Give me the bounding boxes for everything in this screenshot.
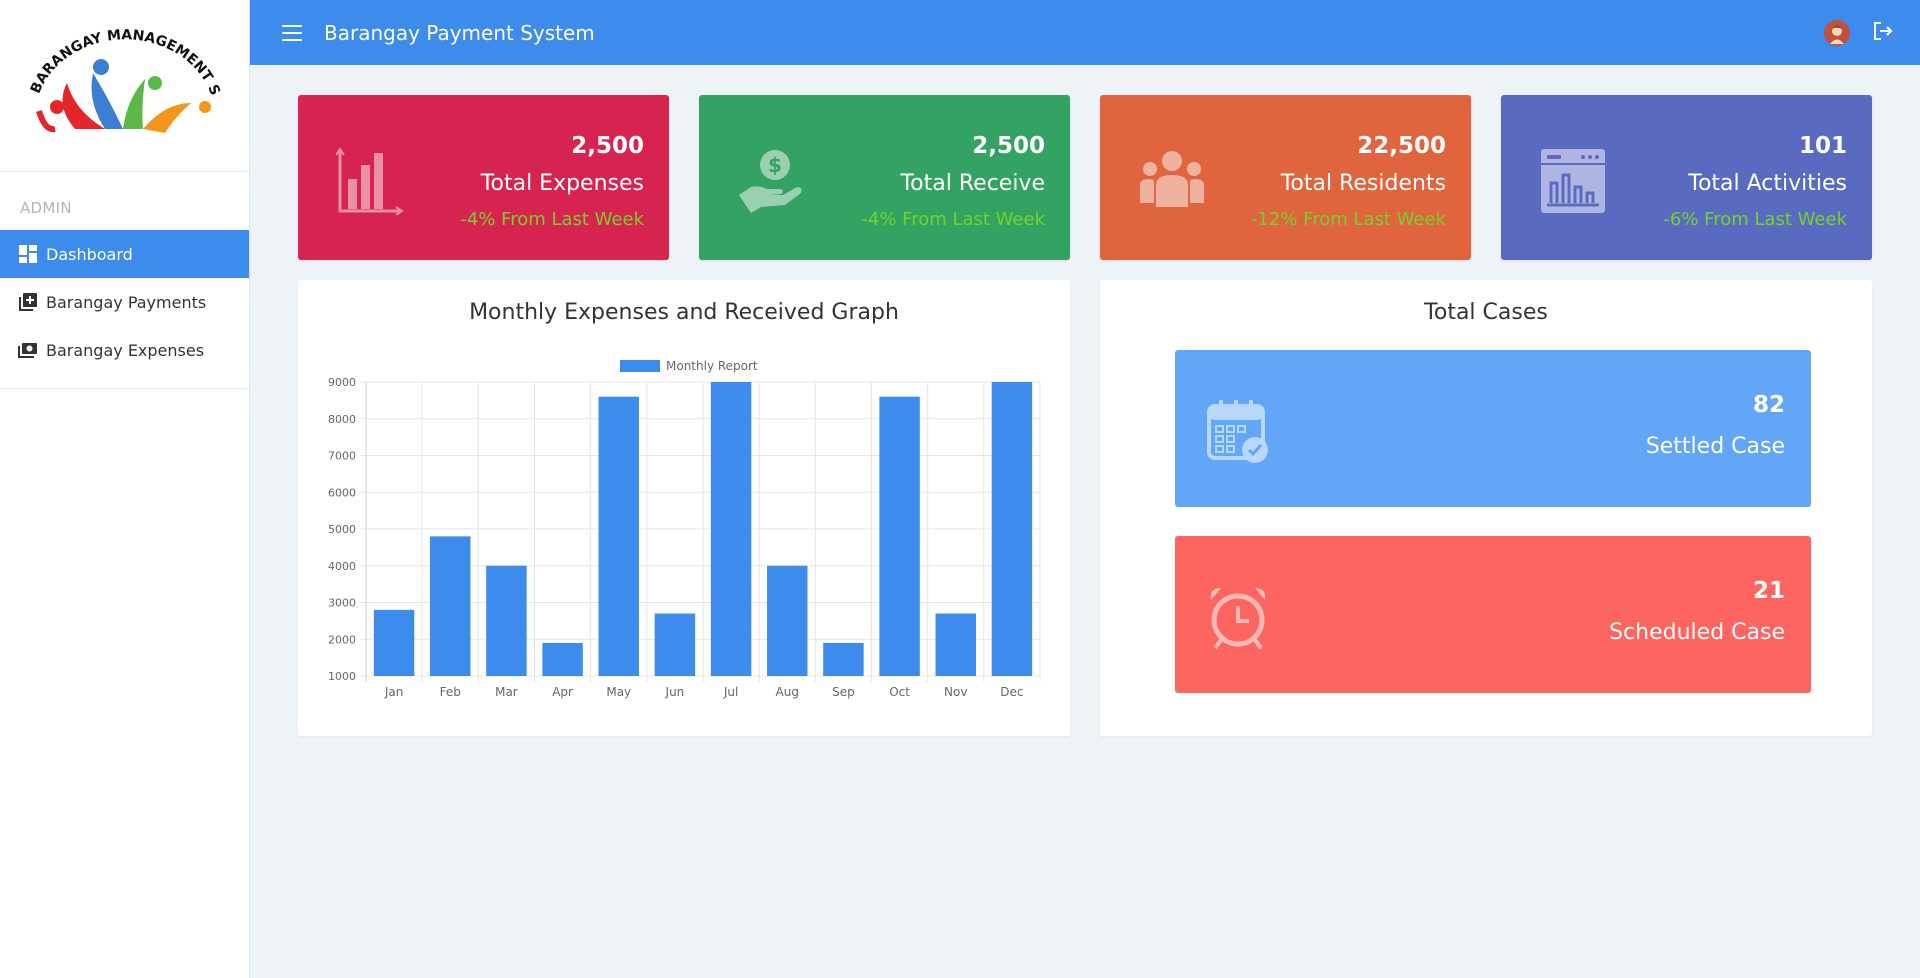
x-tick-label: Feb xyxy=(440,685,461,699)
sidebar-item-dashboard[interactable]: Dashboard xyxy=(0,230,249,278)
logo: BARANGAY MANAGEMENT SYSTEM xyxy=(0,0,249,172)
monthly-report-chart: Monthly Report 1000 2000 3000 4000 5000 6000 7… xyxy=(328,359,1041,699)
add-collection-icon xyxy=(18,292,38,312)
stat-label: Total Activities xyxy=(1688,171,1847,196)
stat-card-total-activities: 101 Total Activities -6% From Last Week xyxy=(1501,95,1872,260)
bar-nov[interactable] xyxy=(935,613,976,676)
x-tick-label: Aug xyxy=(776,685,799,699)
y-tick-label: 1000 xyxy=(328,670,356,683)
case-label: Settled Case xyxy=(1645,434,1785,459)
y-tick-label: 6000 xyxy=(328,486,356,499)
case-value: 21 xyxy=(1752,578,1785,604)
stat-value: 22,500 xyxy=(1357,133,1446,159)
x-tick-label: Jul xyxy=(723,685,738,699)
stat-card-total-residents: 22,500 Total Residents -12% From Last We… xyxy=(1100,95,1471,260)
sidebar-item-label: Barangay Expenses xyxy=(46,340,205,360)
bar-jan[interactable] xyxy=(373,609,415,676)
x-tick-label: Sep xyxy=(832,685,855,699)
y-tick-label: 4000 xyxy=(328,560,356,573)
bar-may[interactable] xyxy=(598,396,639,676)
hand-dollar-icon: $ xyxy=(737,147,805,215)
graph-panel: Monthly Expenses and Received Graph Mont… xyxy=(298,280,1070,736)
bar-jun[interactable] xyxy=(654,613,696,676)
sidebar-item-barangay-payments[interactable]: Barangay Payments xyxy=(0,278,249,326)
sidebar: BARANGAY MANAGEMENT SYSTEM ADMIN Dashboa… xyxy=(0,0,250,978)
stat-change: -4% From Last Week xyxy=(460,209,644,230)
stat-change: -4% From Last Week xyxy=(861,209,1045,230)
svg-text:$: $ xyxy=(768,153,782,177)
stat-value: 101 xyxy=(1798,133,1847,159)
x-tick-label: Mar xyxy=(495,685,518,699)
chart-legend: Monthly Report xyxy=(620,359,758,373)
dashboard-icon xyxy=(18,244,38,264)
calendar-check-icon xyxy=(1207,398,1269,464)
case-value: 82 xyxy=(1752,392,1785,418)
x-tick-label: Nov xyxy=(944,685,967,699)
stat-value: 2,500 xyxy=(571,133,644,159)
stat-change: -6% From Last Week xyxy=(1663,209,1847,230)
bar-chart-icon xyxy=(335,147,404,216)
legend-swatch xyxy=(620,360,660,372)
cases-panel: Total Cases 82 Settled Case 21 Scheduled… xyxy=(1100,280,1872,736)
settled-case-card[interactable]: 82 Settled Case xyxy=(1175,350,1811,507)
sidebar-item-barangay-expenses[interactable]: Barangay Expenses xyxy=(0,326,249,374)
browser-chart-icon xyxy=(1539,147,1607,215)
legend-label: Monthly Report xyxy=(666,359,758,373)
x-tick-label: Apr xyxy=(552,685,573,699)
avatar[interactable] xyxy=(1824,19,1850,46)
case-label: Scheduled Case xyxy=(1609,620,1785,645)
x-tick-label: Jun xyxy=(665,685,685,699)
topbar: Barangay Payment System xyxy=(250,0,1920,65)
group-icon xyxy=(1138,147,1206,215)
barangay-logo-icon: BARANGAY MANAGEMENT SYSTEM xyxy=(15,11,223,133)
y-tick-label: 3000 xyxy=(328,597,356,610)
bar-apr[interactable] xyxy=(542,642,583,676)
cases-panel-title: Total Cases xyxy=(1424,300,1548,325)
stat-value: 2,500 xyxy=(972,133,1045,159)
stat-label: Total Residents xyxy=(1280,171,1446,196)
y-tick-label: 5000 xyxy=(328,523,356,536)
svg-text:BARANGAY MANAGEMENT SYSTEM: BARANGAY MANAGEMENT SYSTEM xyxy=(15,11,223,98)
bar-dec[interactable] xyxy=(991,382,1033,676)
sidebar-item-label: Barangay Payments xyxy=(46,292,207,312)
stat-card-total-expenses: 2,500 Total Expenses -4% From Last Week xyxy=(298,95,669,260)
bar-feb[interactable] xyxy=(430,536,471,676)
x-tick-label: Jan xyxy=(384,685,404,699)
x-tick-label: Dec xyxy=(1000,685,1023,699)
x-tick-label: May xyxy=(606,685,631,699)
alarm-clock-icon xyxy=(1207,584,1269,650)
y-tick-label: 2000 xyxy=(328,633,356,646)
bar-mar[interactable] xyxy=(486,565,527,676)
scheduled-case-card[interactable]: 21 Scheduled Case xyxy=(1175,536,1811,693)
sidebar-item-label: Dashboard xyxy=(46,244,133,264)
stat-label: Total Expenses xyxy=(480,171,644,196)
bar-jul[interactable] xyxy=(710,382,752,676)
y-tick-label: 9000 xyxy=(328,376,356,389)
bar-aug[interactable] xyxy=(767,565,808,676)
bar-sep[interactable] xyxy=(823,642,864,676)
sidebar-section-admin: ADMIN xyxy=(20,199,72,217)
stat-label: Total Receive xyxy=(900,171,1045,196)
x-tick-label: Oct xyxy=(889,685,910,699)
app-title: Barangay Payment System xyxy=(324,20,595,45)
stat-change: -12% From Last Week xyxy=(1250,209,1446,230)
y-tick-label: 8000 xyxy=(328,413,356,426)
y-tick-label: 7000 xyxy=(328,450,356,463)
money-icon xyxy=(18,340,38,360)
sidebar-divider xyxy=(0,388,250,389)
menu-toggle-icon[interactable] xyxy=(282,24,302,41)
logout-icon[interactable] xyxy=(1872,21,1894,45)
stat-card-total-receive: $ 2,500 Total Receive -4% From Last Week xyxy=(699,95,1070,260)
bar-oct[interactable] xyxy=(879,396,920,676)
